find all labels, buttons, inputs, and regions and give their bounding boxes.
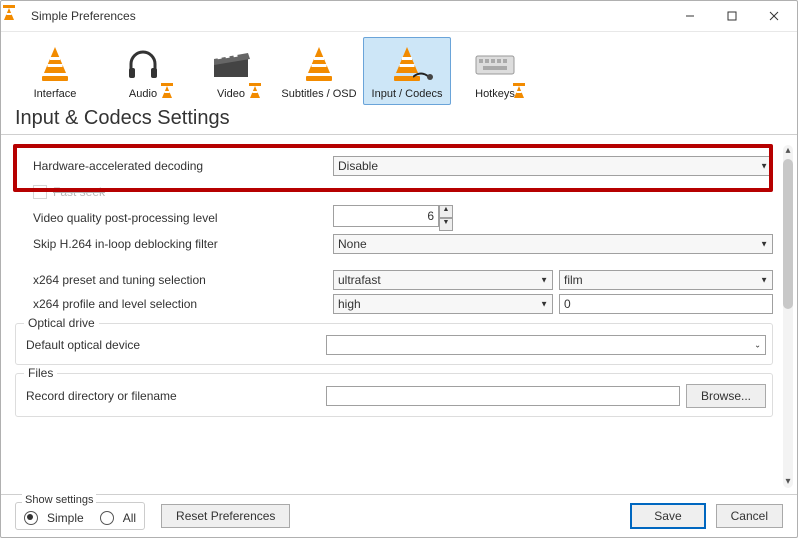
- chevron-down-icon: ▼: [540, 300, 548, 309]
- reset-label: Reset Preferences: [176, 509, 275, 523]
- chevron-down-icon: ▼: [540, 276, 548, 285]
- files-group-label: Files: [24, 366, 57, 380]
- x264-tune-dropdown[interactable]: film ▼: [559, 270, 773, 290]
- window-title: Simple Preferences: [31, 9, 669, 23]
- minimize-button[interactable]: [669, 2, 711, 30]
- cat-label: Audio: [129, 88, 157, 100]
- x264-preset-label: x264 preset and tuning selection: [15, 273, 333, 287]
- app-icon: [9, 8, 25, 24]
- x264-level-value: 0: [564, 297, 571, 311]
- settings-scroll-area: Hardware-accelerated decoding Disable ▼ …: [1, 139, 797, 494]
- post-processing-value: 6: [427, 209, 434, 223]
- radio-simple-label: Simple: [47, 511, 84, 525]
- hw-decoding-label: Hardware-accelerated decoding: [15, 159, 333, 173]
- browse-label: Browse...: [701, 389, 751, 403]
- cat-hotkeys[interactable]: Hotkeys: [451, 37, 539, 105]
- show-settings-group: Show settings Simple All: [15, 502, 145, 530]
- fast-seek-label: Fast seek: [53, 185, 105, 199]
- hw-decoding-value: Disable: [338, 159, 378, 173]
- record-dir-input[interactable]: [326, 386, 680, 406]
- scrollbar[interactable]: ▴ ▾: [783, 145, 793, 488]
- maximize-button[interactable]: [711, 2, 753, 30]
- scrollbar-thumb[interactable]: [783, 159, 793, 309]
- spin-down-icon[interactable]: ▼: [439, 218, 453, 231]
- x264-profile-value: high: [338, 297, 361, 311]
- page-title: Input & Codecs Settings: [1, 107, 797, 135]
- window-controls: [669, 2, 795, 30]
- cat-label: Video: [217, 88, 245, 100]
- scroll-up-icon[interactable]: ▴: [783, 145, 793, 157]
- cat-video[interactable]: Video: [187, 37, 275, 105]
- optical-group-label: Optical drive: [24, 316, 99, 330]
- optical-device-label: Default optical device: [22, 338, 326, 352]
- cat-label: Interface: [34, 88, 77, 100]
- skip-h264-label: Skip H.264 in-loop deblocking filter: [15, 237, 333, 251]
- clapperboard-icon: [211, 44, 251, 84]
- scroll-down-icon[interactable]: ▾: [783, 476, 793, 488]
- radio-simple[interactable]: [24, 511, 38, 525]
- fast-seek-checkbox[interactable]: [33, 185, 47, 199]
- radio-all-label: All: [123, 511, 136, 525]
- cancel-label: Cancel: [731, 509, 768, 523]
- optical-device-dropdown[interactable]: ⌄: [326, 335, 766, 355]
- cone-icon: [35, 44, 75, 84]
- skip-h264-value: None: [338, 237, 367, 251]
- files-group: Files Record directory or filename Brows…: [15, 373, 773, 417]
- cat-interface[interactable]: Interface: [11, 37, 99, 105]
- cat-label: Subtitles / OSD: [281, 88, 356, 100]
- headphones-icon: [123, 44, 163, 84]
- optical-group: Optical drive Default optical device ⌄: [15, 323, 773, 365]
- cone-cable-icon: [387, 44, 427, 84]
- cancel-button[interactable]: Cancel: [716, 504, 783, 528]
- chevron-down-icon: ▼: [760, 240, 768, 249]
- preferences-window: Simple Preferences Interface: [0, 0, 798, 538]
- bottom-bar: Show settings Simple All Reset Preferenc…: [1, 494, 797, 537]
- chevron-down-icon: ▼: [760, 162, 768, 171]
- show-settings-label: Show settings: [22, 494, 96, 506]
- post-processing-label: Video quality post-processing level: [15, 211, 333, 225]
- x264-preset-value: ultrafast: [338, 273, 381, 287]
- save-label: Save: [654, 509, 681, 523]
- cat-subtitles[interactable]: Subtitles / OSD: [275, 37, 363, 105]
- skip-h264-dropdown[interactable]: None ▼: [333, 234, 773, 254]
- x264-profile-dropdown[interactable]: high ▼: [333, 294, 553, 314]
- reset-preferences-button[interactable]: Reset Preferences: [161, 504, 290, 528]
- cat-label: Hotkeys: [475, 88, 515, 100]
- cat-label: Input / Codecs: [372, 88, 443, 100]
- keyboard-icon: [475, 44, 515, 84]
- cone-icon: [299, 44, 339, 84]
- close-button[interactable]: [753, 2, 795, 30]
- titlebar: Simple Preferences: [1, 1, 797, 32]
- chevron-down-icon: ⌄: [754, 341, 761, 350]
- x264-preset-dropdown[interactable]: ultrafast ▼: [333, 270, 553, 290]
- hw-decoding-dropdown[interactable]: Disable ▼: [333, 156, 773, 176]
- spin-up-icon[interactable]: ▲: [439, 205, 453, 218]
- cat-audio[interactable]: Audio: [99, 37, 187, 105]
- chevron-down-icon: ▼: [760, 276, 768, 285]
- x264-level-input[interactable]: 0: [559, 294, 773, 314]
- x264-tune-value: film: [564, 273, 583, 287]
- cat-input-codecs[interactable]: Input / Codecs: [363, 37, 451, 105]
- save-button[interactable]: Save: [630, 503, 705, 529]
- record-dir-label: Record directory or filename: [22, 389, 326, 403]
- post-processing-spinbox[interactable]: 6 ▲ ▼: [333, 205, 453, 231]
- category-bar: Interface Audio Video Subtitles / OSD: [1, 32, 797, 107]
- x264-profile-label: x264 profile and level selection: [15, 297, 333, 311]
- browse-button[interactable]: Browse...: [686, 384, 766, 408]
- radio-all[interactable]: [100, 511, 114, 525]
